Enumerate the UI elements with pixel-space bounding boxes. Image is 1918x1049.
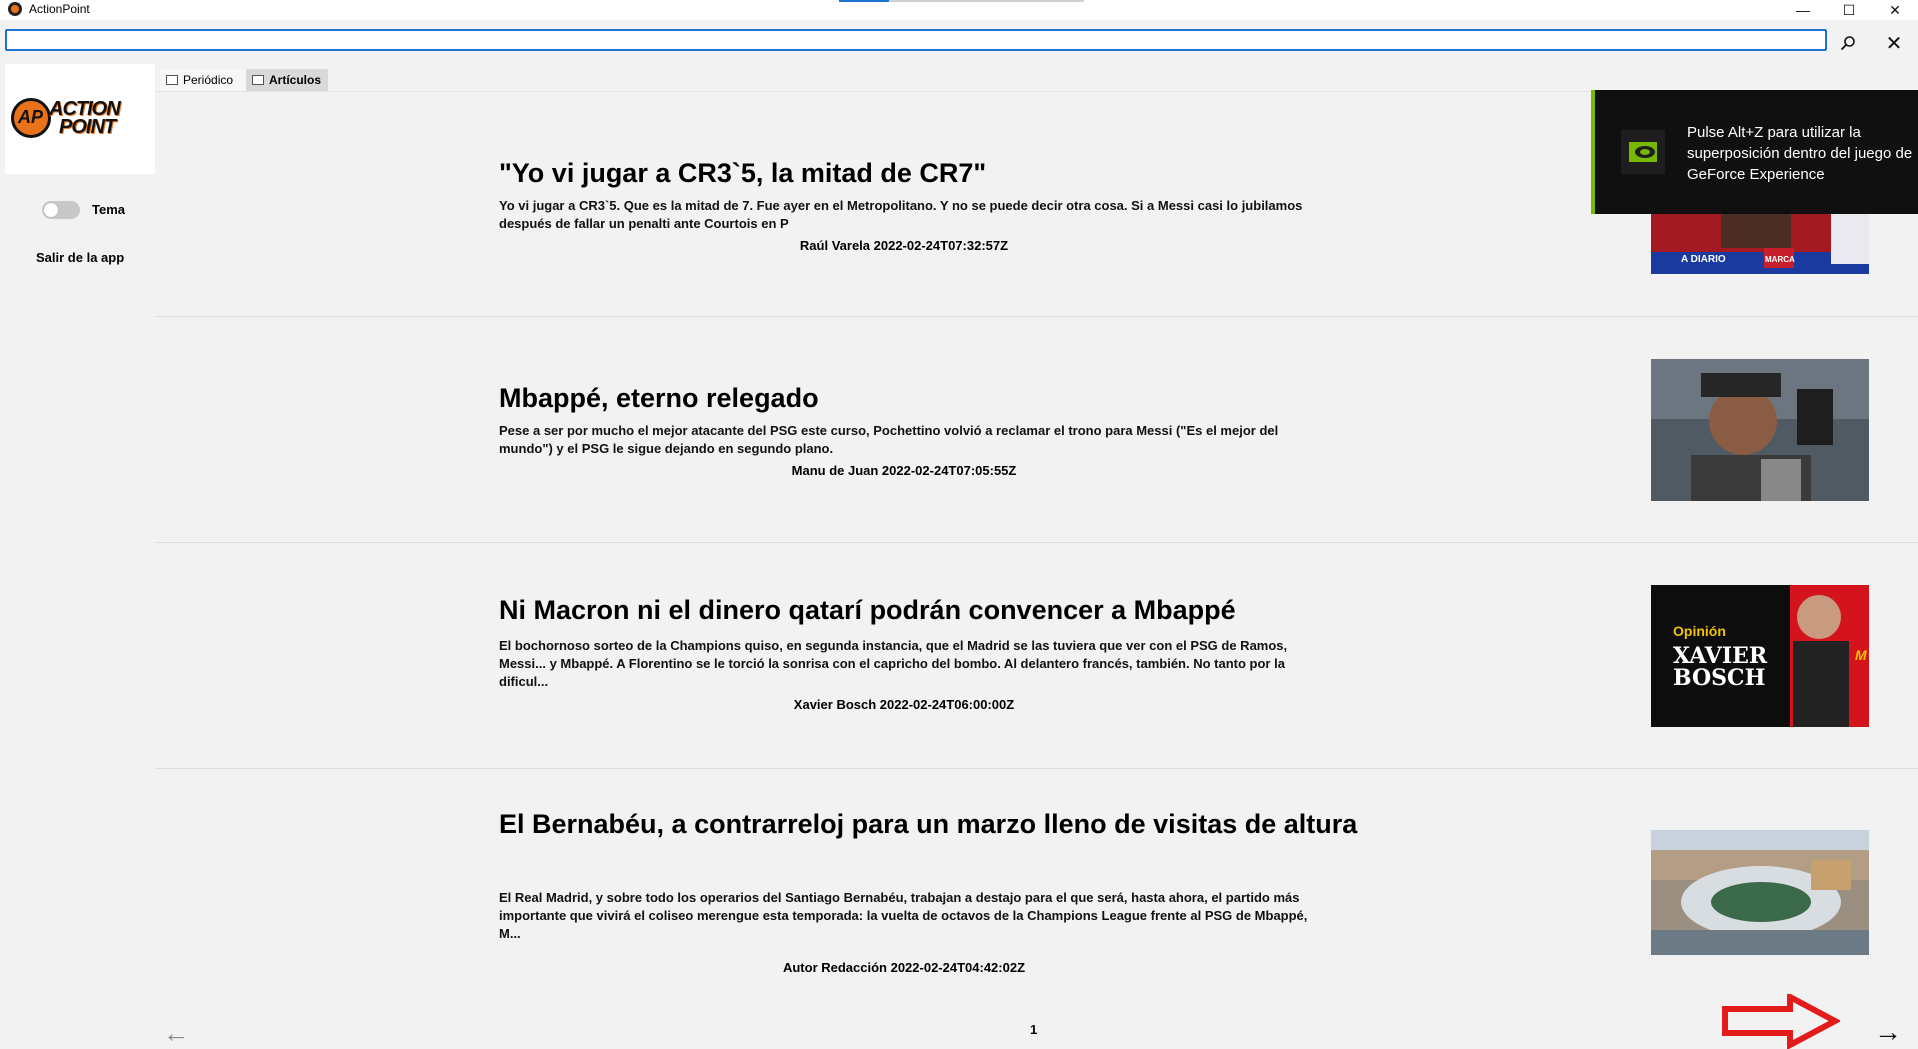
page-number: 1 — [1030, 1022, 1038, 1037]
exit-app-button[interactable]: Salir de la app — [36, 250, 124, 265]
article-thumbnail[interactable]: A DIARIO MARCA — [1651, 214, 1869, 274]
tab-periodico[interactable]: Periódico — [160, 69, 246, 91]
logo-mark-text: AP — [18, 107, 44, 127]
article-description: El Real Madrid, y sobre todo los operari… — [499, 890, 1308, 941]
maximize-button[interactable]: ☐ — [1826, 0, 1872, 20]
article-description: Pese a ser por mucho el mejor atacante d… — [499, 423, 1279, 456]
titlebar-accent-track — [889, 0, 1084, 2]
tab-articulos-label: Artículos — [269, 73, 322, 87]
article-description: El bochornoso sorteo de la Champions qui… — [499, 638, 1288, 689]
search-input[interactable] — [5, 29, 1827, 51]
title-bar: ActionPoint — ☐ ✕ — [0, 0, 1918, 20]
article-meta: Xavier Bosch 2022-02-24T06:00:00Z — [793, 697, 1015, 712]
app-icon — [8, 2, 22, 16]
thumbnail-badge: MARCA — [1765, 255, 1795, 264]
article-meta: Autor Redacción 2022-02-24T04:42:02Z — [782, 960, 1026, 975]
thumbnail-kicker: Opinión — [1673, 623, 1726, 639]
article-title[interactable]: "Yo vi jugar a CR3`5, la mitad de CR7" — [499, 156, 1359, 190]
thumbnail-image — [1651, 359, 1869, 501]
article-meta: Manu de Juan 2022-02-24T07:05:55Z — [791, 463, 1017, 478]
thumbnail-corner-mark: M — [1855, 647, 1867, 663]
theme-toggle[interactable] — [42, 201, 80, 219]
article-item[interactable]: Mbappé, eterno relegado Pese a ser por m… — [155, 317, 1918, 543]
article-title[interactable]: Mbappé, eterno relegado — [499, 381, 1359, 415]
thumbnail-caption: A DIARIO — [1681, 254, 1726, 265]
clear-search-button[interactable]: ✕ — [1882, 32, 1906, 55]
toggle-knob — [44, 203, 58, 217]
thumbnail-image — [1651, 830, 1869, 955]
window-title: ActionPoint — [29, 2, 90, 16]
search-icon — [1840, 36, 1855, 51]
article-description: Yo vi jugar a CR3`5. Que es la mitad de … — [499, 198, 1303, 231]
thumbnail-image — [1651, 214, 1869, 274]
article-item[interactable]: Ni Macron ni el dinero qatarí podrán con… — [155, 543, 1918, 769]
logo-wordmark: ACTION POINT — [49, 99, 121, 138]
articles-icon — [252, 75, 264, 85]
logo-line-2: POINT — [59, 116, 116, 138]
geforce-overlay-notification: Pulse Alt+Z para utilizar la superposici… — [1591, 90, 1918, 214]
app-logo: AP ACTION POINT — [5, 64, 155, 174]
tab-periodico-label: Periódico — [183, 73, 234, 87]
article-item[interactable]: El Bernabéu, a contrarreloj para un marz… — [155, 769, 1918, 995]
next-page-button[interactable]: → — [1874, 1016, 1902, 1048]
thumbnail-name-2: BOSCH — [1673, 665, 1766, 691]
newspaper-icon — [166, 75, 178, 85]
previous-page-button[interactable]: ← — [163, 1018, 189, 1049]
article-meta: Raúl Varela 2022-02-24T07:32:57Z — [799, 238, 1009, 253]
tab-articulos[interactable]: Artículos — [246, 69, 328, 91]
logo-mark: AP — [11, 98, 51, 138]
red-arrow-annotation — [1722, 994, 1840, 1049]
overlay-text: Pulse Alt+Z para utilizar la superposici… — [1687, 124, 1913, 183]
minimize-button[interactable]: — — [1780, 0, 1826, 20]
article-title[interactable]: Ni Macron ni el dinero qatarí podrán con… — [499, 593, 1359, 627]
article-thumbnail[interactable]: Opinión XAVIER BOSCH M — [1651, 585, 1869, 727]
theme-toggle-label: Tema — [92, 202, 125, 217]
article-title[interactable]: El Bernabéu, a contrarreloj para un marz… — [499, 807, 1359, 841]
close-window-button[interactable]: ✕ — [1872, 0, 1918, 20]
article-thumbnail[interactable] — [1651, 830, 1869, 955]
article-thumbnail[interactable] — [1651, 359, 1869, 501]
nvidia-icon — [1621, 130, 1665, 174]
titlebar-accent — [839, 0, 889, 2]
search-button[interactable] — [1836, 32, 1860, 54]
